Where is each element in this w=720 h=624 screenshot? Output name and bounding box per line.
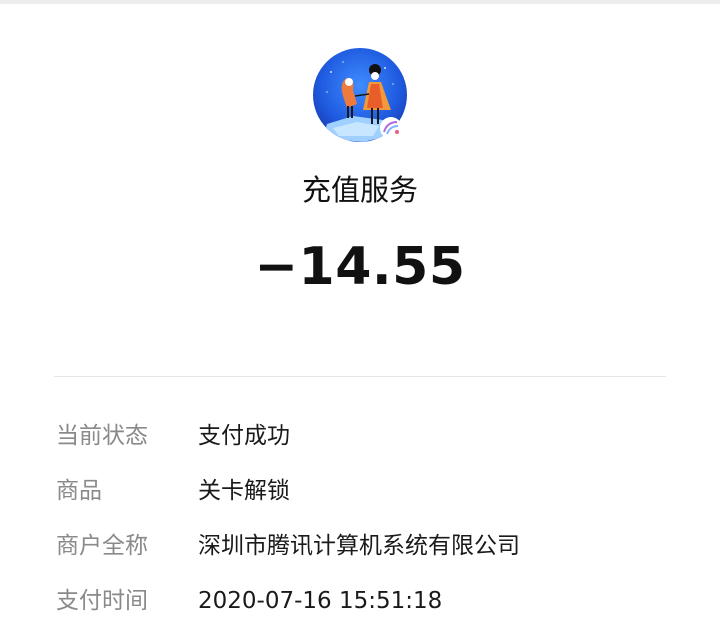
payment-amount: −14.55 [254, 237, 466, 297]
detail-value: 深圳市腾讯计算机系统有限公司 [198, 533, 520, 559]
payment-detail-card: 充值服务 −14.55 当前状态 支付成功 商品 关卡解锁 商户全称 深圳市腾讯… [0, 4, 720, 624]
game-logo-icon [313, 48, 407, 142]
detail-label: 商品 [56, 478, 102, 504]
detail-row-product: 商品 关卡解锁 [54, 471, 666, 511]
detail-row-merchant-full-name: 商户全称 深圳市腾讯计算机系统有限公司 [54, 526, 666, 566]
detail-label: 当前状态 [56, 423, 148, 449]
detail-label: 支付时间 [56, 588, 148, 614]
merchant-name: 充值服务 [301, 173, 418, 207]
detail-row-payment-time: 支付时间 2020-07-16 15:51:18 [54, 581, 666, 621]
divider [54, 376, 666, 377]
detail-value: 2020-07-16 15:51:18 [198, 588, 443, 614]
detail-value: 关卡解锁 [198, 478, 290, 504]
merchant-logo [313, 48, 407, 142]
detail-row-status: 当前状态 支付成功 [54, 416, 666, 456]
detail-value: 支付成功 [198, 423, 290, 449]
detail-label: 商户全称 [56, 533, 148, 559]
